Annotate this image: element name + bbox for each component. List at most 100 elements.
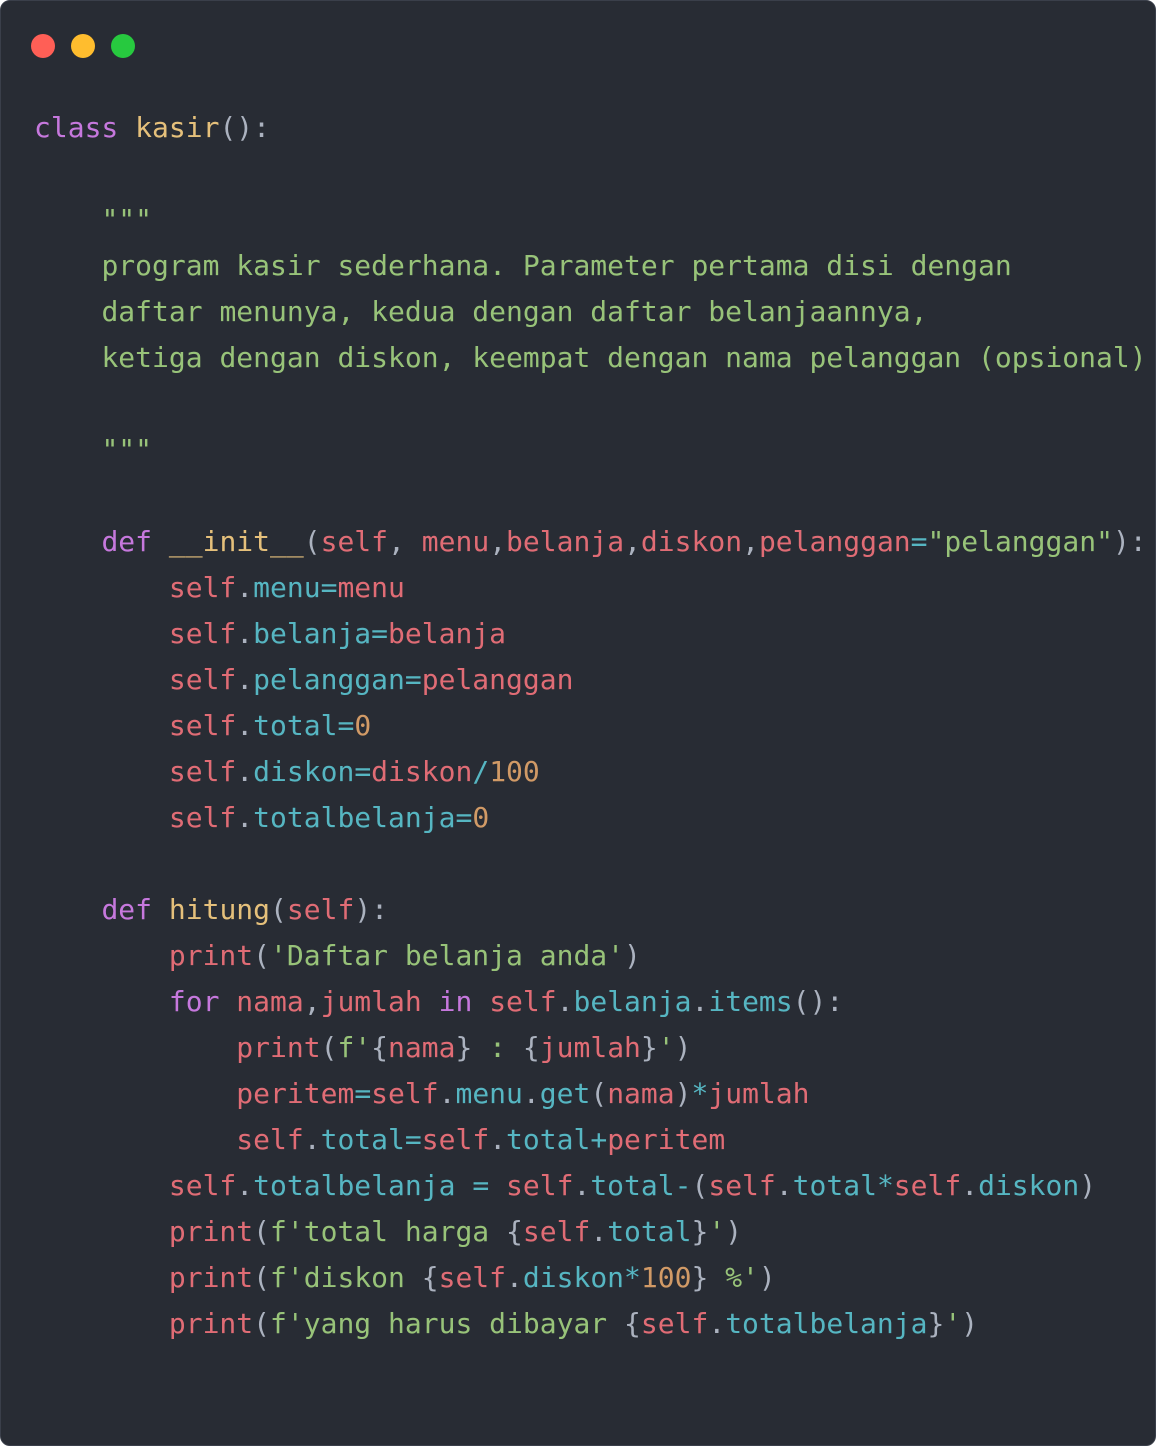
code-token: 0 [354,709,372,742]
code-token: = [320,571,338,604]
code-token: in [438,985,473,1018]
code-token: self [489,985,557,1018]
code-token: diskon [522,1261,625,1294]
code-token: print [168,1215,254,1248]
code-token: self [168,663,237,696]
code-token: totalbelanja [725,1307,928,1340]
code-token: (): [219,111,271,144]
code-token: class [34,111,119,144]
code-token: print [168,939,254,972]
code-token: self [421,1123,490,1156]
code-token: = [354,755,372,788]
code-window: class kasir(): """ program kasir sederha… [0,0,1156,1446]
code-token: . [438,1077,456,1110]
minimize-button[interactable] [71,34,95,58]
code-token: (): [792,985,844,1018]
code-token: , [742,525,759,558]
code-token: 'Daftar belanja anda' [270,939,625,972]
code-token: __init__ [168,525,304,558]
code-token: total [253,709,338,742]
code-token: ( [253,1261,271,1294]
code-token: = [354,1077,372,1110]
code-token: menu [421,525,490,558]
code-token: menu [337,571,405,604]
code-token: f'yang harus dibayar [270,1307,625,1340]
code-token: print [168,1261,254,1294]
code-token: ' [657,1031,675,1064]
code-line: print('Daftar belanja anda') [34,933,1147,979]
close-button[interactable] [31,34,55,58]
code-token: = [404,1123,422,1156]
code-token: ' [708,1215,726,1248]
code-token: jumlah [708,1077,810,1110]
code-line: class kasir(): [34,105,1147,151]
code-token: 100 [640,1261,692,1294]
code-token: . [775,1169,793,1202]
code-line: self.total=0 [34,703,1147,749]
code-token: { [421,1261,439,1294]
code-token: . [236,709,254,742]
code-line: print(f'diskon {self.diskon*100} %') [34,1255,1147,1301]
code-token: get [539,1077,591,1110]
code-token: . [961,1169,979,1202]
code-token: . [522,1077,540,1110]
code-line: """ [34,427,1147,473]
code-token: ( [303,525,321,558]
code-token: . [236,663,254,696]
code-line: def hitung(self): [34,887,1147,933]
code-token: self [236,1123,304,1156]
code-token: * [691,1077,709,1110]
code-token: . [573,1169,591,1202]
code-token: def [101,893,153,926]
code-token: } [691,1261,709,1294]
code-token: """ [101,433,153,466]
code-token: = [404,663,422,696]
code-token: } [691,1215,709,1248]
code-token: self [506,1169,574,1202]
code-line: self.belanja=belanja [34,611,1147,657]
code-token: ): [354,893,389,926]
code-token: = [910,525,928,558]
code-token: diskon [371,755,473,788]
code-line: self.total=self.total+peritem [34,1117,1147,1163]
maximize-button[interactable] [111,34,135,58]
code-line: self.pelanggan=pelanggan [34,657,1147,703]
code-token: diskon [978,1169,1080,1202]
code-token: total [506,1123,591,1156]
code-token: . [236,571,254,604]
code-token: total [607,1215,692,1248]
code-token: ( [270,893,287,926]
code-token: + [590,1123,608,1156]
code-token: total [792,1169,877,1202]
code-token: self [168,709,237,742]
code-token: self [320,525,389,558]
code-token: self [286,893,355,926]
code-token: nama [236,985,304,1018]
code-token: = [371,617,389,650]
code-token: ) [674,1031,692,1064]
code-token: program kasir sederhana. Parameter perta… [101,249,1012,282]
code-token: ( [253,1215,271,1248]
code-token: self [168,755,237,788]
code-line: """ [34,197,1147,243]
code-line: self.menu=menu [34,565,1147,611]
code-token: belanja [388,617,507,650]
code-token: "pelanggan" [927,525,1113,558]
code-line: print(f'{nama} : {jumlah}') [34,1025,1147,1071]
code-token: , [388,525,422,558]
